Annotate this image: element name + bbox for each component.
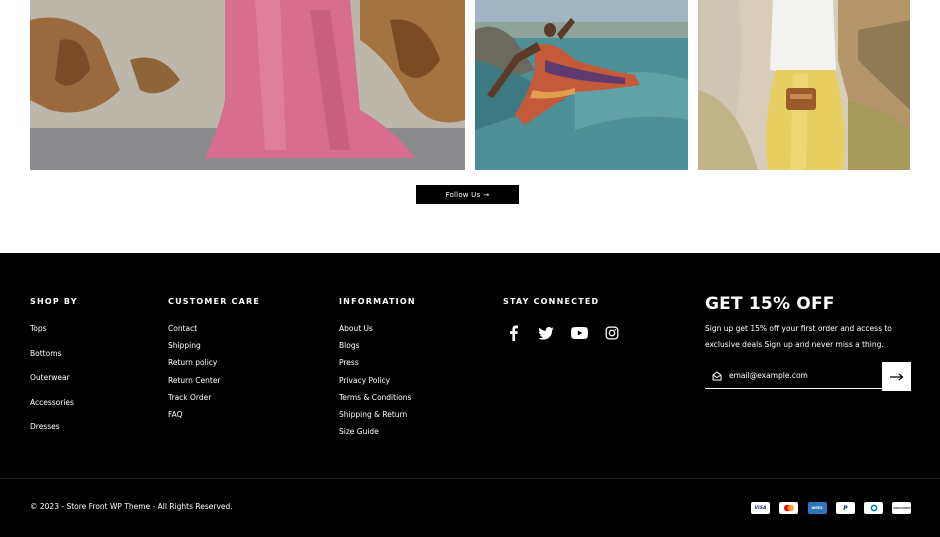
shop-by-column: SHOP BY Tops Bottoms Outerwear Accessori… xyxy=(30,297,78,447)
info-link-privacy-policy[interactable]: Privacy Policy xyxy=(339,376,416,386)
care-link-shipping[interactable]: Shipping xyxy=(168,341,260,351)
discover-card-icon: DISCOVER xyxy=(892,502,912,514)
care-link-contact[interactable]: Contact xyxy=(168,324,260,334)
arrow-right-icon: → xyxy=(483,190,490,199)
instagram-icon[interactable] xyxy=(602,323,622,343)
info-link-shipping-return[interactable]: Shipping & Return xyxy=(339,410,416,420)
amex-card-label: AMEX xyxy=(811,506,823,510)
care-link-return-center[interactable]: Return Center xyxy=(168,376,260,386)
amex-card-icon: AMEX xyxy=(807,502,827,514)
instagram-gallery: Follow Us → xyxy=(0,0,940,253)
mail-icon xyxy=(712,371,722,381)
woman-yellow-skirt-photo[interactable] xyxy=(698,0,910,170)
woman-pink-dress-photo[interactable] xyxy=(30,0,465,170)
stay-connected-heading: STAY CONNECTED xyxy=(503,297,600,306)
info-link-blogs[interactable]: Blogs xyxy=(339,341,416,351)
newsletter-submit-button[interactable] xyxy=(882,362,911,391)
woman-floating-sea-photo[interactable] xyxy=(475,0,688,170)
shop-link-accessories[interactable]: Accessories xyxy=(30,398,78,408)
newsletter-description: Sign up get 15% off your first order and… xyxy=(705,324,892,349)
facebook-icon[interactable] xyxy=(503,323,523,343)
footer-divider xyxy=(0,478,940,479)
visa-card-icon: VISA xyxy=(751,502,770,514)
care-link-faq[interactable]: FAQ xyxy=(168,410,260,420)
info-link-about-us[interactable]: About Us xyxy=(339,324,416,334)
stay-connected-column: STAY CONNECTED xyxy=(503,297,622,343)
care-link-return-policy[interactable]: Return policy xyxy=(168,358,260,368)
mastercard-icon xyxy=(779,502,799,514)
customer-care-heading: CUSTOMER CARE xyxy=(168,297,261,306)
visa-card-label: VISA xyxy=(754,505,767,511)
information-column: INFORMATION About Us Blogs Press Privacy… xyxy=(339,297,416,444)
follow-us-label: Follow Us xyxy=(445,190,481,199)
diners-card-icon xyxy=(864,502,884,514)
shop-link-bottoms[interactable]: Bottoms xyxy=(30,349,78,359)
newsletter-form xyxy=(705,362,911,391)
shop-by-heading: SHOP BY xyxy=(30,297,78,306)
twitter-icon[interactable] xyxy=(536,323,556,343)
youtube-icon[interactable] xyxy=(569,323,589,343)
follow-us-button[interactable]: Follow Us → xyxy=(416,185,519,204)
shop-link-dresses[interactable]: Dresses xyxy=(30,422,78,432)
copyright-text: © 2023 - Store Front WP Theme - All Righ… xyxy=(30,502,233,511)
info-link-press[interactable]: Press xyxy=(339,358,416,368)
shop-link-tops[interactable]: Tops xyxy=(30,324,78,334)
care-link-track-order[interactable]: Track Order xyxy=(168,393,260,403)
info-link-terms[interactable]: Terms & Conditions xyxy=(339,393,416,403)
newsletter-title: GET 15% OFF xyxy=(705,294,835,314)
shop-link-outerwear[interactable]: Outerwear xyxy=(30,373,78,383)
email-input[interactable] xyxy=(705,362,882,389)
discover-card-label: DISCOVER xyxy=(893,506,911,510)
newsletter-section: GET 15% OFF Sign up get 15% off your fir… xyxy=(705,293,915,391)
site-footer: SHOP BY Tops Bottoms Outerwear Accessori… xyxy=(0,253,940,537)
arrow-right-icon xyxy=(889,373,903,380)
customer-care-column: CUSTOMER CARE Contact Shipping Return po… xyxy=(168,297,260,427)
paypal-card-label: P xyxy=(843,504,848,512)
information-heading: INFORMATION xyxy=(339,297,416,306)
payment-methods: VISA AMEX P DISCOVER xyxy=(751,502,912,514)
paypal-card-icon: P xyxy=(835,502,855,514)
info-link-size-guide[interactable]: Size Guide xyxy=(339,427,416,437)
